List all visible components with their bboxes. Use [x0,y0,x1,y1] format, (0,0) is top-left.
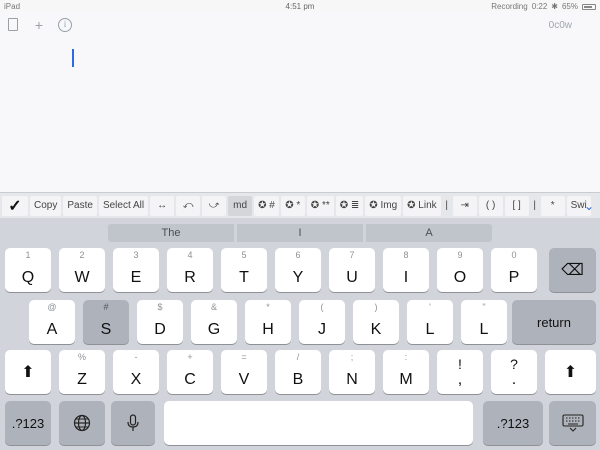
toolbar-separator: | [445,200,448,211]
suggestion[interactable]: I [237,224,363,242]
link-button[interactable]: ✪ Link [403,195,441,216]
redo-button[interactable]: ⤻ [202,195,227,216]
key-o[interactable]: 9O [437,248,483,292]
dictation-key[interactable] [111,401,155,445]
suggestion[interactable]: A [366,224,492,242]
asterisk-button[interactable]: * [540,195,565,216]
key-p[interactable]: 0P [491,248,537,292]
document-icon[interactable] [5,17,21,33]
globe-icon [59,401,105,445]
predictive-bar: The I A [0,218,600,246]
swap-button[interactable]: ↔ [150,195,175,216]
key-n[interactable]: ; N [329,350,375,394]
space-bar[interactable] [164,401,473,445]
key-e[interactable]: 3E [113,248,159,292]
plus-icon[interactable]: + [31,17,47,33]
key-a[interactable]: @ A [29,300,75,344]
key-q[interactable]: 1Q [5,248,51,292]
bluetooth-icon: ✱ [551,2,558,11]
key-k[interactable]: ) K [353,300,399,344]
key-j[interactable]: (J [299,300,345,344]
shift-icon: ⬆ [21,364,35,381]
info-icon[interactable]: i [57,17,73,33]
key-r[interactable]: 4R [167,248,213,292]
recording-time: 0:22 [531,2,548,11]
word-count: 0c0w [548,20,572,31]
bold-button[interactable]: ✪ ** [306,195,334,216]
key-w[interactable]: 2W [59,248,105,292]
key-s[interactable]: # S [83,300,129,344]
recording-label: Recording [491,2,528,11]
backspace-key[interactable]: ⌫ [549,248,596,292]
key-l-2[interactable]: " L [461,300,507,344]
key-z[interactable]: % Z [59,350,105,394]
hide-keyboard-key[interactable] [549,401,596,445]
key-t[interactable]: 5T [221,248,267,292]
key-period[interactable]: ?. [491,350,537,394]
shift-key-right[interactable]: ⬆ [545,350,596,394]
key-b[interactable]: / B [275,350,321,394]
keyboard-hide-icon [549,401,596,445]
heading-button[interactable]: ✪ # [254,195,279,216]
key-d[interactable]: $ D [137,300,183,344]
backspace-icon: ⌫ [561,262,584,279]
numbers-key-right[interactable]: .?123 [483,401,543,445]
key-comma[interactable]: !, [437,350,483,394]
text-cursor [72,49,74,67]
key-m[interactable]: :M [383,350,429,394]
suggestion[interactable]: The [108,224,234,242]
shift-key-left[interactable]: ⬆ [5,350,51,394]
tab-button[interactable]: ⇥ [452,195,477,216]
editor-area[interactable]: + i 0c0w [0,12,600,192]
status-bar: iPad 4:51 pm Recording 0:22 ✱ 65% [0,0,600,12]
return-key[interactable]: return [512,300,596,344]
done-button[interactable]: ✓ [2,195,28,216]
battery-icon [582,3,596,10]
numbers-key-left[interactable]: .?123 [5,401,51,445]
brackets-button[interactable]: [ ] [504,195,529,216]
key-h[interactable]: * H [245,300,291,344]
key-u[interactable]: 7U [329,248,375,292]
key-y[interactable]: 6Y [275,248,321,292]
globe-key[interactable] [59,401,105,445]
key-g[interactable]: & G [191,300,237,344]
key-l[interactable]: ' L [407,300,453,344]
parentheses-button[interactable]: ( ) [478,195,503,216]
copy-button[interactable]: Copy [30,195,62,216]
key-v[interactable]: = V [221,350,267,394]
paste-button[interactable]: Paste [63,195,97,216]
shift-icon: ⬆ [563,364,578,381]
select-all-button[interactable]: Select All [98,195,149,216]
list-button[interactable]: ✪ ≣ [335,195,364,216]
key-c[interactable]: + C [167,350,213,394]
status-right: Recording 0:22 ✱ 65% [491,2,596,11]
toolbar-separator: | [533,200,536,211]
key-i[interactable]: 8I [383,248,429,292]
undo-button[interactable]: ⤺ [176,195,201,216]
battery-percent: 65% [561,2,578,11]
shortcut-toolbar: ✓ Copy Paste Select All ↔ ⤺ ⤻ md ✪ # ✪ *… [0,192,600,218]
italic-button[interactable]: ✪ * [280,195,305,216]
microphone-icon [111,401,155,445]
chevron-down-icon[interactable]: ⌄ [580,196,598,216]
image-button[interactable]: ✪ Img [365,195,402,216]
markdown-button[interactable]: md [228,195,253,216]
key-x[interactable]: -X [113,350,159,394]
